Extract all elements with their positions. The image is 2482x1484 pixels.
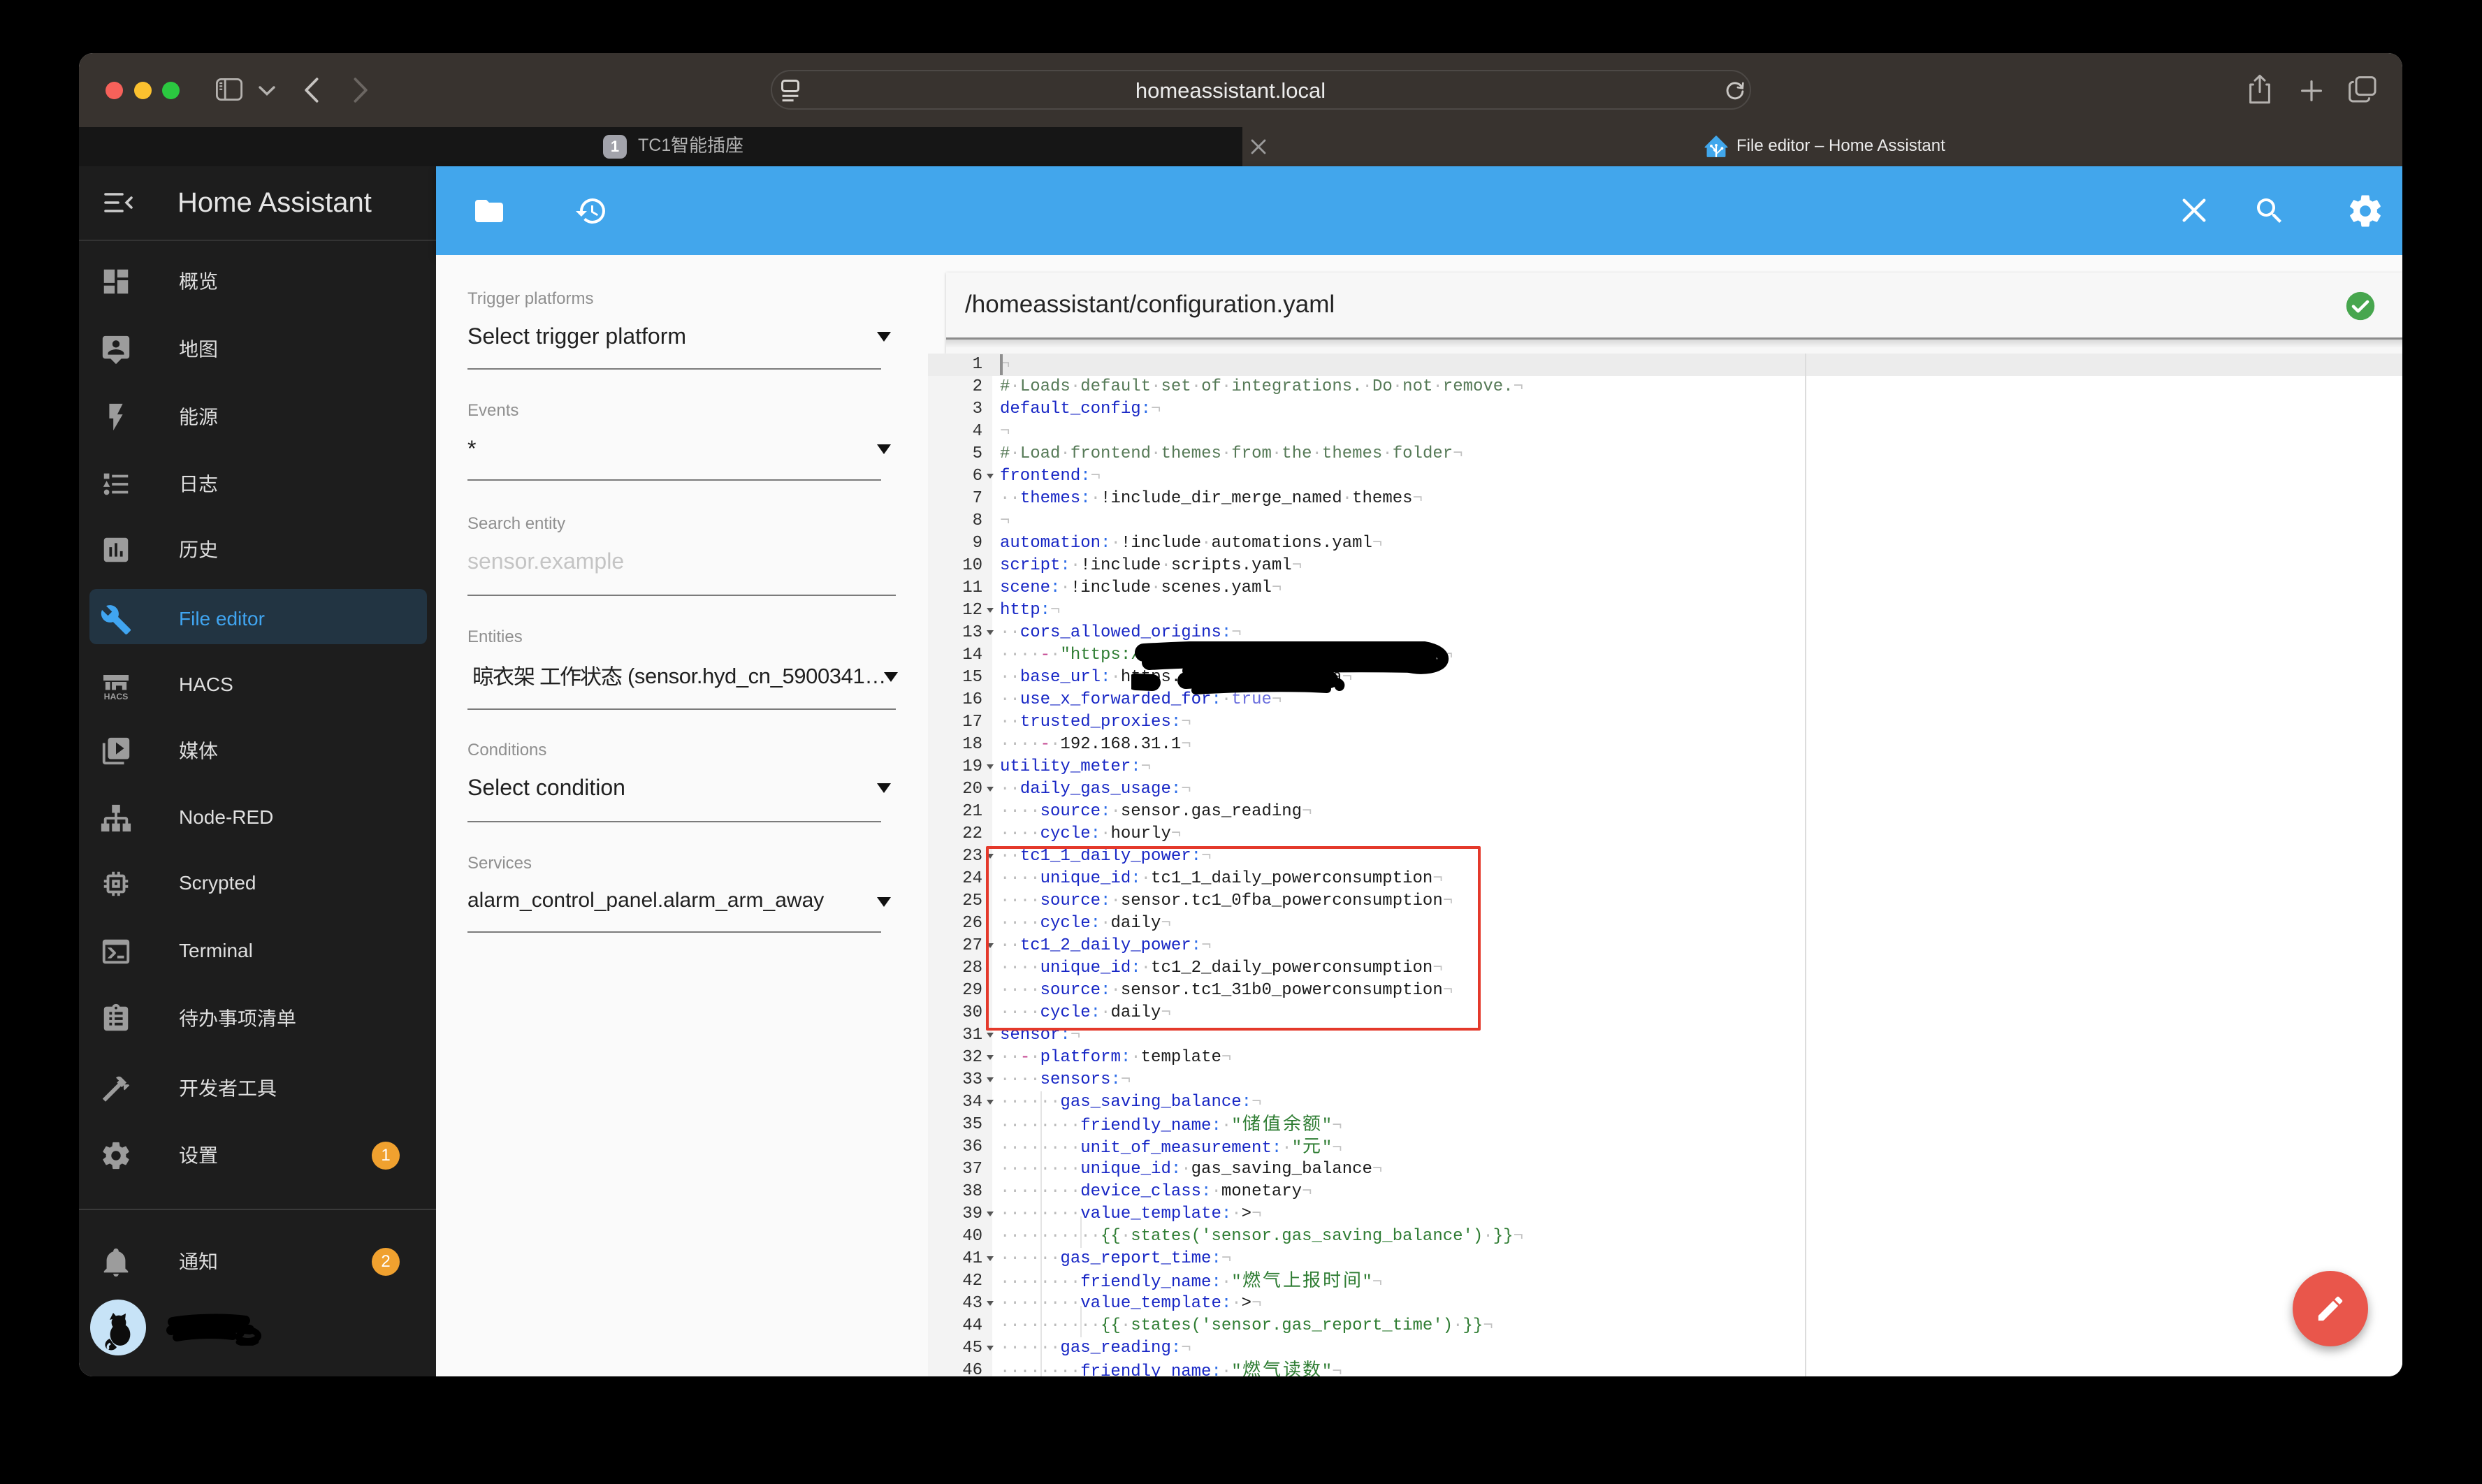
svg-text:HACS: HACS xyxy=(104,692,129,701)
